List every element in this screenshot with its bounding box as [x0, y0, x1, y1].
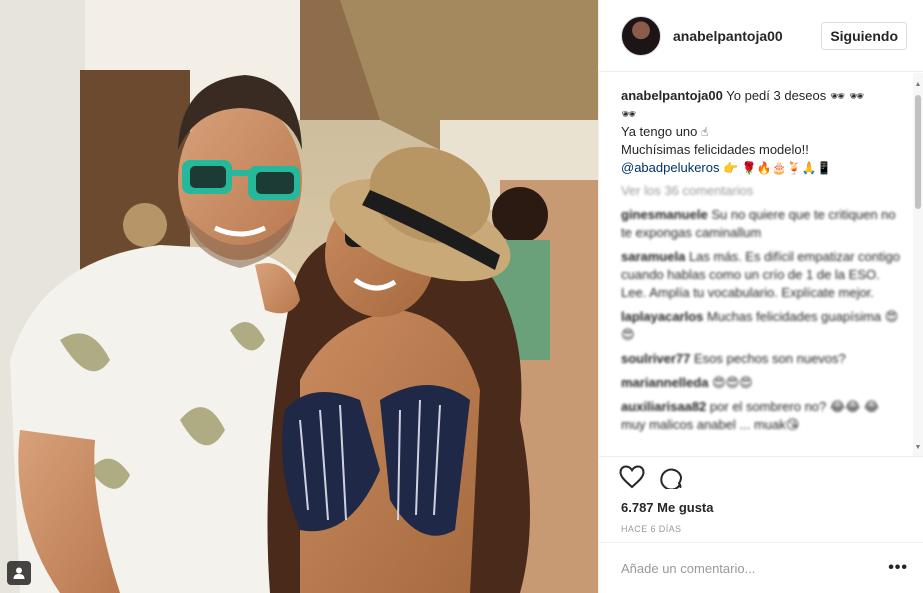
- caption-line4: Muchísimas felicidades modelo!!: [621, 142, 809, 157]
- comments-scrollbar[interactable]: ▲ ▼: [913, 73, 923, 456]
- caption-username[interactable]: anabelpantoja00: [621, 88, 723, 103]
- following-button[interactable]: Siguiendo: [821, 21, 907, 50]
- post-photo[interactable]: [0, 0, 598, 593]
- header-username[interactable]: anabelpantoja00: [673, 28, 821, 44]
- comment-row: ginesmanuele Su no quiere que te critiqu…: [621, 206, 904, 242]
- comment-row: saramuela Las más. Es difícil empatizar …: [621, 248, 904, 302]
- scrollbar-thumb[interactable]: [915, 95, 921, 209]
- caption-line1-emoji: 🕶 🕶: [829, 89, 865, 103]
- caption-line1: Yo pedí 3 deseos: [726, 88, 827, 103]
- comment-row: soulriver77 Esos pechos son nuevos?: [621, 350, 904, 368]
- speech-bubble-icon[interactable]: [659, 465, 683, 489]
- comment-input[interactable]: [621, 560, 889, 576]
- avatar[interactable]: [621, 15, 661, 56]
- scroll-down-arrow-icon[interactable]: ▼: [914, 444, 922, 452]
- post-modal: anabelpantoja00 Siguiendo anabelpantoja0…: [0, 0, 923, 593]
- comment-row: mariannelleda 😍😍😍: [621, 374, 904, 392]
- post-caption: anabelpantoja00 Yo pedí 3 deseos 🕶 🕶 🕶 Y…: [621, 87, 904, 177]
- comment-username[interactable]: auxiliarisaa82: [621, 399, 706, 414]
- user-tag-icon[interactable]: [7, 561, 31, 585]
- comment-username[interactable]: laplayacarlos: [621, 309, 703, 324]
- comment-username[interactable]: soulriver77: [621, 351, 690, 366]
- comment-row: auxiliarisaa82 por el sombrero no? 😂😂 😂 …: [621, 398, 904, 434]
- heart-outline-icon[interactable]: [619, 465, 645, 489]
- caption-mention-emoji: 👉 🌹🔥🎂🍹🙏📱: [723, 161, 832, 175]
- scroll-up-arrow-icon[interactable]: ▲: [914, 81, 922, 89]
- caption-line3: Ya tengo uno: [621, 124, 698, 139]
- comment-username[interactable]: ginesmanuele: [621, 207, 708, 222]
- comment-text: 😍😍😍: [712, 375, 753, 390]
- view-all-comments-link[interactable]: Ver los 36 comentarios: [621, 182, 904, 200]
- caption-mention-link[interactable]: @abadpelukeros: [621, 160, 719, 175]
- post-header: anabelpantoja00 Siguiendo: [599, 0, 923, 72]
- post-side-panel: anabelpantoja00 Siguiendo anabelpantoja0…: [598, 0, 923, 593]
- comments-list: anabelpantoja00 Yo pedí 3 deseos 🕶 🕶 🕶 Y…: [599, 73, 914, 456]
- add-comment-bar: •••: [599, 542, 923, 593]
- comment-text: Esos pechos son nuevos?: [694, 351, 846, 366]
- caption-line2-emoji: 🕶: [621, 107, 637, 121]
- post-date[interactable]: HACE 6 DÍAS: [621, 524, 902, 534]
- caption-line3-emoji: ☝: [701, 125, 709, 139]
- comment-username[interactable]: saramuela: [621, 249, 685, 264]
- comment-username[interactable]: mariannelleda: [621, 375, 708, 390]
- photo-illustration: [0, 0, 598, 593]
- likes-count[interactable]: 6.787 Me gusta: [621, 500, 902, 515]
- comment-row: laplayacarlos Muchas felicidades guapísi…: [621, 308, 904, 344]
- post-actions: 6.787 Me gusta HACE 6 DÍAS: [599, 456, 923, 542]
- ellipsis-icon[interactable]: •••: [888, 559, 908, 577]
